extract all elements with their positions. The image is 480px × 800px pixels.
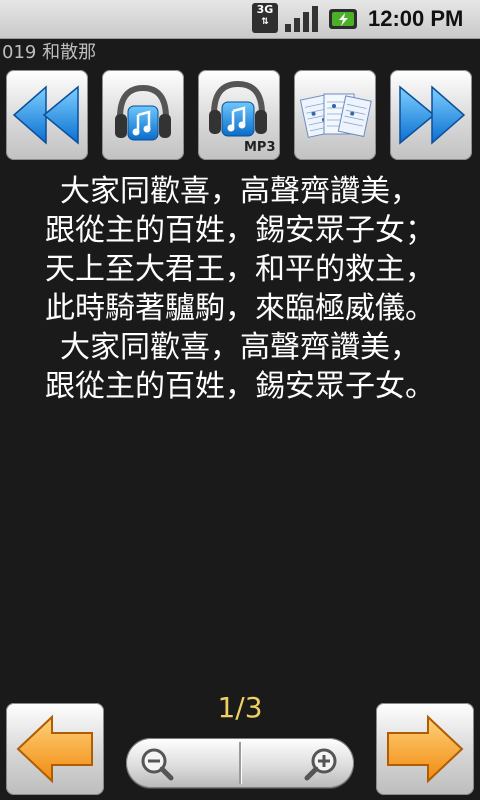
previous-hymn-button[interactable] (6, 70, 88, 160)
previous-page-button[interactable] (6, 703, 104, 795)
zoom-in-icon (304, 748, 337, 781)
rewind-icon (12, 85, 79, 145)
3g-icon: 3G ⇅ (252, 3, 278, 33)
app-screen: 3G ⇅ 12:00 PM 019 和散那 MP3 大家同歡喜，高聲齊讚美， 跟… (0, 0, 480, 800)
next-page-button[interactable] (376, 703, 474, 795)
status-bar: 3G ⇅ 12:00 PM (0, 0, 480, 39)
mp3-badge: MP3 (244, 140, 276, 155)
status-time: 12:00 PM (368, 6, 464, 31)
battery-charging-icon (329, 9, 357, 29)
lyric-line: 跟從主的百姓，錫安眾子女； (45, 213, 435, 248)
lyric-line: 大家同歡喜，高聲齊讚美， (60, 174, 420, 209)
zoom-in-button[interactable] (240, 738, 354, 788)
zoom-out-icon (141, 748, 174, 781)
next-hymn-button[interactable] (390, 70, 472, 160)
headphones-music-icon (115, 84, 171, 141)
lyrics-text: 大家同歡喜，高聲齊讚美， 跟從主的百姓，錫安眾子女； 天上至大君王，和平的救主，… (0, 172, 480, 406)
play-music-button[interactable] (102, 70, 184, 160)
page-indicator: 1/3 (217, 691, 263, 724)
zoom-control (126, 738, 354, 788)
zoom-out-button[interactable] (126, 738, 240, 788)
play-mp3-button[interactable]: MP3 (198, 70, 280, 160)
signal-icon (285, 6, 318, 32)
arrow-right-icon (387, 714, 464, 784)
lyric-line: 大家同歡喜，高聲齊讚美， (60, 330, 420, 365)
arrow-left-icon (16, 714, 93, 784)
network-type-label: 3G (256, 3, 274, 16)
fast-forward-icon (399, 85, 466, 145)
sheet-music-button[interactable] (294, 70, 376, 160)
lyric-line: 天上至大君王，和平的救主， (45, 252, 435, 287)
data-arrows-icon: ⇅ (261, 17, 269, 27)
hymn-title: 019 和散那 (2, 42, 97, 63)
sheet-music-icon (299, 93, 372, 138)
lyric-line: 此時騎著驢駒，來臨極威儀。 (45, 291, 435, 326)
lyric-line: 跟從主的百姓，錫安眾子女。 (45, 369, 435, 404)
